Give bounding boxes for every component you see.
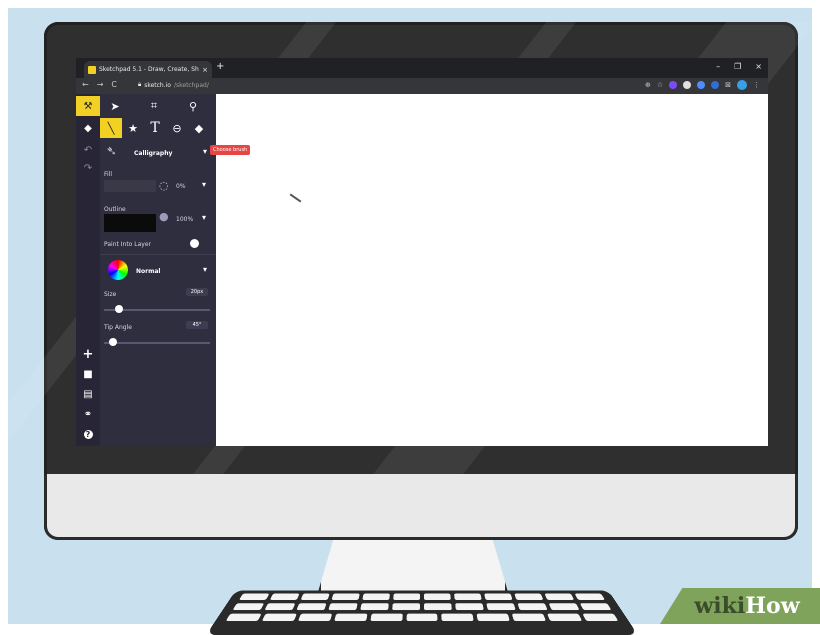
chevron-down-icon[interactable]: ▾ [203,265,207,274]
tab-close-icon[interactable]: × [202,66,208,74]
zoom-icon[interactable]: ⚲ [182,96,204,116]
fill-icon[interactable]: ◆ [188,118,210,138]
layers-icon[interactable]: ◆ [76,118,100,138]
tip-angle-label: Tip Angle [104,324,132,331]
tab-title: Sketchpad 5.1 - Draw, Create, Sh [99,66,199,73]
save-icon[interactable]: ▤ [76,384,100,404]
wikihow-logo-how: How [745,593,800,619]
divider [100,254,216,255]
undo-icon[interactable]: ↶ [76,140,100,160]
chevron-down-icon[interactable]: ▾ [203,147,207,156]
extension-icon[interactable]: ⊠ [725,81,731,89]
outline-opacity-icon: ● [159,210,169,223]
sketchpad-app: ⚒ ◆ ↶ ↷ + ■ ▤ ⚭ ? ➤ ⌗ ⚲ ╲ ★ T ⊖ ◆ ➴ Call… [76,94,768,446]
forward-button[interactable]: → [97,80,104,89]
close-window-button[interactable]: × [755,62,762,71]
paint-into-layer-toggle[interactable] [190,239,199,248]
tip-angle-value[interactable]: 45° [186,321,208,329]
crop-icon[interactable]: ⌗ [143,96,165,116]
url-host: sketch.io [144,81,171,89]
help-icon[interactable]: ? [76,424,100,444]
size-slider-knob[interactable] [114,305,123,313]
outline-opacity-value[interactable]: 100% [176,216,193,223]
choose-brush-tooltip: Choose brush [210,145,251,155]
size-value[interactable]: 20px [186,288,208,296]
blend-mode[interactable]: Normal [136,268,160,275]
wikihow-logo-wiki: wiki [694,593,746,619]
brush-panel: ➤ ⌗ ⚲ ╲ ★ T ⊖ ◆ ➴ Calligraphy ▾ Fill ◌ 0… [100,94,216,446]
tip-angle-slider-knob[interactable] [109,338,118,346]
info-icon[interactable]: ⊕ [645,81,651,89]
new-tab-button[interactable]: + [216,61,224,72]
select-arrow-icon[interactable]: ➤ [104,96,126,116]
extension-icon[interactable] [669,81,678,89]
reload-button[interactable]: C [111,80,117,89]
extension-icon[interactable] [711,81,720,89]
eraser-icon[interactable]: ⊖ [166,118,188,138]
bookmark-star-icon[interactable]: ☆ [657,81,663,89]
profile-avatar[interactable] [737,80,747,90]
window-controls: – ❐ × [716,62,762,71]
outline-swatch[interactable] [104,214,156,232]
extension-icon[interactable] [697,81,706,89]
browser-menu-icon[interactable]: ⋮ [753,81,760,89]
browser-toolbar: ← → C 🔒︎ sketch.io/sketchpad/ ⊕ ☆ ⊠ ⋮ [76,78,768,94]
back-button[interactable]: ← [82,80,89,89]
address-bar[interactable]: 🔒︎ sketch.io/sketchpad/ [138,81,209,89]
browser-titlebar: Sketchpad 5.1 - Draw, Create, Sh × + – ❐… [76,58,768,78]
browser-tab[interactable]: Sketchpad 5.1 - Draw, Create, Sh × [84,61,212,78]
fill-swatch[interactable] [104,180,156,192]
color-wheel-icon[interactable] [108,260,128,280]
text-icon[interactable]: T [144,118,166,138]
star-icon[interactable]: ★ [122,118,144,138]
keyboard [206,590,638,635]
chevron-down-icon[interactable]: ▾ [202,213,206,222]
wikihow-logo: wiki How [660,588,820,624]
help-glyph: ? [83,429,93,439]
paint-into-layer-label: Paint Into Layer [104,241,151,248]
minimize-button[interactable]: – [716,62,720,71]
drawing-canvas[interactable] [216,94,768,446]
left-rail: ⚒ ◆ ↶ ↷ + ■ ▤ ⚭ ? [76,94,100,446]
nav-buttons: ← → C [82,80,117,89]
fill-label: Fill [104,171,113,178]
monitor-chin [44,474,798,540]
favicon-icon [88,65,96,74]
lock-icon: 🔒︎ [138,81,142,88]
fill-opacity-icon: ◌ [159,179,169,192]
extensions: ⊕ ☆ ⊠ ⋮ [645,80,760,90]
folder-icon[interactable]: ■ [76,364,100,384]
calligraphy-brush-icon: ➴ [106,144,117,159]
brush-name[interactable]: Calligraphy [134,150,172,157]
tools-icon[interactable]: ⚒ [76,96,100,116]
chevron-down-icon[interactable]: ▾ [202,180,206,189]
tip-angle-slider-track[interactable] [104,342,210,344]
monitor-stand [318,540,508,592]
fill-opacity-value[interactable]: 0% [176,183,186,190]
share-icon[interactable]: ⚭ [76,404,100,424]
brush-stroke [289,193,302,203]
extension-icon[interactable] [683,81,692,89]
size-label: Size [104,291,117,298]
screen: Sketchpad 5.1 - Draw, Create, Sh × + – ❐… [76,58,768,446]
brush-icon[interactable]: ╲ [100,118,122,138]
outline-label: Outline [104,206,126,213]
redo-icon[interactable]: ↷ [76,158,100,178]
url-path: /sketchpad/ [173,81,209,89]
plus-icon[interactable]: + [76,344,100,364]
maximize-button[interactable]: ❐ [734,62,741,71]
